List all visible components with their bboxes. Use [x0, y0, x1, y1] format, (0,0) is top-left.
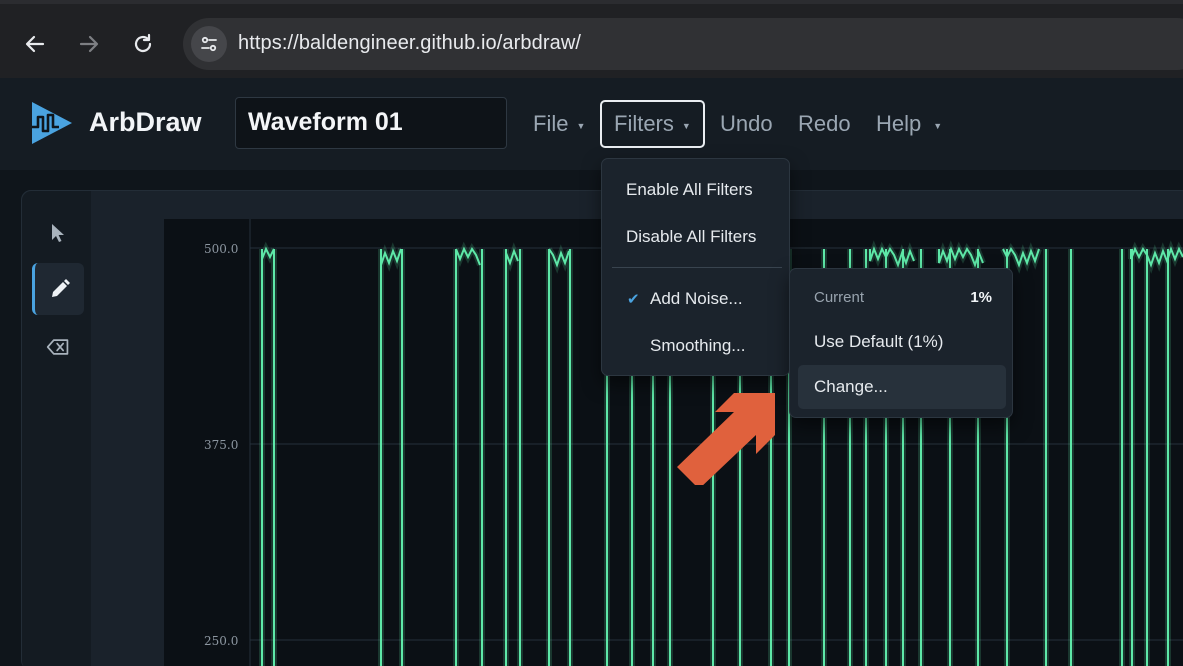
- tune-icon: [201, 36, 217, 52]
- menu-undo[interactable]: Undo: [720, 100, 773, 148]
- change-item[interactable]: Change...: [798, 365, 1006, 409]
- add-noise-item[interactable]: ✔ Add Noise...: [602, 279, 789, 319]
- menu-filters-label: Filters: [614, 111, 674, 136]
- address-bar[interactable]: https://baldengineer.github.io/arbdraw/: [183, 18, 1183, 70]
- reload-icon: [134, 33, 152, 53]
- annotation-arrow-icon: [677, 393, 775, 485]
- app-header: ArbDraw Waveform 01 File ▼ Filters ▼ Und…: [0, 78, 1183, 170]
- noise-submenu: Current 1% Use Default (1%) Change...: [789, 268, 1013, 418]
- caret-down-icon: ▼: [576, 120, 586, 131]
- disable-all-filters-item[interactable]: Disable All Filters: [602, 217, 789, 257]
- pencil-icon: [51, 279, 70, 297]
- menu-help-label: Help: [876, 111, 922, 136]
- backspace-icon: [46, 339, 69, 355]
- current-value: 1%: [970, 289, 992, 306]
- arbdraw-logo-icon: [32, 102, 72, 144]
- forward-button[interactable]: [71, 26, 107, 62]
- erase-tool-button[interactable]: [32, 321, 84, 373]
- y-tick-label: 250.0: [204, 634, 239, 648]
- browser-toolbar: https://baldengineer.github.io/arbdraw/: [0, 0, 1183, 78]
- menu-file-label: File: [533, 111, 569, 136]
- current-label: Current: [814, 289, 865, 306]
- menu-redo[interactable]: Redo: [798, 100, 851, 148]
- menu-divider: [612, 267, 782, 268]
- filters-dropdown: Enable All Filters Disable All Filters ✔…: [601, 158, 790, 376]
- caret-down-icon: ▼: [681, 120, 691, 131]
- use-default-item[interactable]: Use Default (1%): [798, 320, 1006, 364]
- menu-undo-label: Undo: [720, 111, 773, 136]
- app-title: ArbDraw: [89, 107, 202, 137]
- site-info-button[interactable]: [191, 26, 227, 62]
- y-tick-label: 500.0: [204, 242, 239, 256]
- checkmark-icon: ✔: [627, 291, 640, 308]
- tool-sidebar: [22, 191, 91, 666]
- waveform-name-input[interactable]: Waveform 01: [235, 97, 507, 149]
- enable-all-filters-item[interactable]: Enable All Filters: [602, 170, 789, 210]
- menu-filters[interactable]: Filters ▼: [600, 100, 705, 148]
- select-tool-button[interactable]: [32, 207, 84, 259]
- back-button[interactable]: [17, 26, 53, 62]
- menu-file[interactable]: File ▼: [533, 100, 585, 148]
- caret-down-icon: ▼: [933, 120, 943, 131]
- draw-tool-button[interactable]: [32, 263, 84, 315]
- back-arrow-icon: [25, 35, 45, 53]
- menu-redo-label: Redo: [798, 111, 851, 136]
- url-text[interactable]: https://baldengineer.github.io/arbdraw/: [238, 32, 581, 55]
- y-tick-label: 375.0: [204, 438, 239, 452]
- reload-button[interactable]: [125, 26, 161, 62]
- smoothing-item[interactable]: Smoothing...: [602, 326, 789, 366]
- menu-help[interactable]: Help ▼: [876, 100, 942, 148]
- forward-arrow-icon: [79, 35, 99, 53]
- cursor-icon: [52, 224, 64, 242]
- add-noise-label: Add Noise...: [650, 289, 743, 308]
